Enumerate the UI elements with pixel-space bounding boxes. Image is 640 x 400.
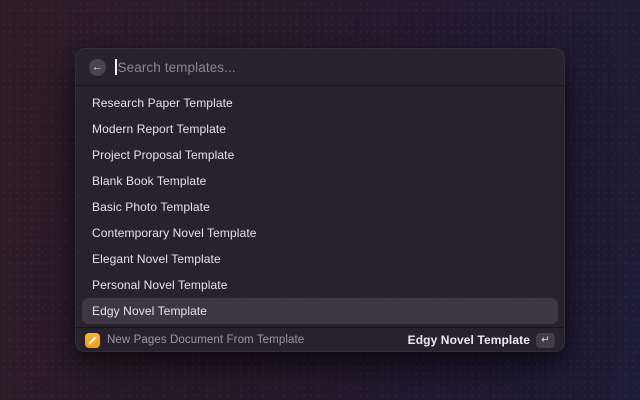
pages-pen-icon <box>85 333 100 348</box>
list-item-label: Research Paper Template <box>92 96 233 110</box>
search-placeholder: Search templates... <box>118 60 236 75</box>
list-item[interactable]: Contemporary Novel Template <box>82 220 558 246</box>
action-bar: New Pages Document From Template Edgy No… <box>76 327 564 352</box>
command-label: New Pages Document From Template <box>107 334 304 346</box>
enter-key-icon: ↵ <box>536 333 555 348</box>
back-button[interactable]: ← <box>89 59 106 76</box>
list-item[interactable]: Elegant Novel Template <box>82 246 558 272</box>
list-item[interactable]: Personal Novel Template <box>82 272 558 298</box>
back-arrow-icon: ← <box>92 59 103 76</box>
template-list: Research Paper Template Modern Report Te… <box>76 86 564 327</box>
list-item-label: Personal Novel Template <box>92 278 227 292</box>
list-item-label: Project Proposal Template <box>92 148 234 162</box>
list-item[interactable]: Basic Photo Template <box>82 194 558 220</box>
list-item-label: Elegant Novel Template <box>92 252 221 266</box>
command-palette-window: ← Search templates... Research Paper Tem… <box>75 48 565 352</box>
list-item[interactable]: Project Proposal Template <box>82 142 558 168</box>
list-item-label: Blank Book Template <box>92 174 206 188</box>
search-input[interactable]: Search templates... <box>115 49 551 85</box>
text-cursor <box>115 59 117 75</box>
list-item[interactable]: Research Paper Template <box>82 90 558 116</box>
list-item-label: Contemporary Novel Template <box>92 226 257 240</box>
primary-action-label: Edgy Novel Template <box>408 333 530 347</box>
list-item-label: Edgy Novel Template <box>92 304 207 318</box>
list-item-label: Basic Photo Template <box>92 200 210 214</box>
list-item[interactable]: Modern Report Template <box>82 116 558 142</box>
primary-action[interactable]: Edgy Novel Template ↵ <box>408 333 555 348</box>
list-item-label: Modern Report Template <box>92 122 226 136</box>
list-item[interactable]: Edgy Novel Template <box>82 298 558 324</box>
search-bar: ← Search templates... <box>76 49 564 86</box>
list-item[interactable]: Blank Book Template <box>82 168 558 194</box>
